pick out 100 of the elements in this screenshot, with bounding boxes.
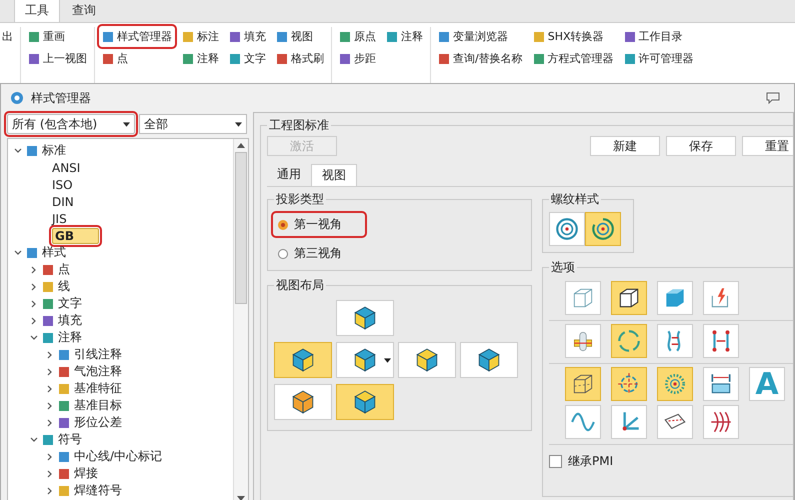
chevron-icon[interactable] <box>30 300 38 308</box>
chevron-icon[interactable] <box>14 248 22 256</box>
ribbon-button[interactable]: 标注 <box>180 27 221 46</box>
cube-icon <box>414 347 440 373</box>
chevron-icon[interactable] <box>30 282 38 290</box>
layout-button[interactable] <box>336 300 394 336</box>
ribbon-tab[interactable]: 查询 <box>62 0 106 22</box>
square-icon <box>276 52 288 64</box>
chevron-icon[interactable] <box>46 452 54 460</box>
tree-item[interactable]: 气泡注释 <box>74 363 122 380</box>
tree-item[interactable]: 注释 <box>58 329 82 346</box>
inherit-pmi-checkbox[interactable]: 继承PMI <box>549 445 793 470</box>
layout-button[interactable] <box>274 384 332 420</box>
chevron-icon[interactable] <box>46 486 54 494</box>
ribbon-button[interactable]: 出 <box>0 27 15 46</box>
chevron-icon[interactable] <box>46 402 54 410</box>
square-icon <box>182 30 194 42</box>
tree-item[interactable]: 焊缝符号 <box>74 482 122 499</box>
square-icon <box>624 30 636 42</box>
ribbon-button[interactable]: 样式管理器 <box>100 27 174 46</box>
chevron-icon[interactable] <box>46 350 54 358</box>
radio-option[interactable]: 第一视角 <box>274 214 364 235</box>
layout-button[interactable] <box>336 342 394 378</box>
ribbon-button[interactable]: 许可管理器 <box>622 49 696 68</box>
tree-item[interactable]: 线 <box>58 278 70 295</box>
tree-item[interactable]: 基准特征 <box>74 380 122 397</box>
square-icon <box>58 450 70 462</box>
option-button[interactable] <box>565 367 601 401</box>
ribbon-button[interactable]: 方程式管理器 <box>530 49 616 68</box>
ribbon-button[interactable]: 填充 <box>227 27 268 46</box>
thread-button[interactable] <box>585 212 621 246</box>
ribbon-tab[interactable]: 工具 <box>14 0 60 22</box>
tab[interactable]: 通用 <box>267 164 311 186</box>
tab[interactable]: 视图 <box>311 164 357 186</box>
tree-item[interactable]: 文字 <box>58 295 82 312</box>
option-button[interactable] <box>703 405 739 439</box>
tree-item[interactable]: ANSI <box>52 160 80 174</box>
ribbon-button[interactable]: 格式刷 <box>274 49 326 68</box>
tree-item[interactable]: DIN <box>52 194 74 208</box>
tree-item[interactable]: 焊接 <box>74 465 98 482</box>
scroll-up-icon[interactable] <box>237 143 245 148</box>
ribbon-button[interactable]: 注释 <box>180 49 221 68</box>
layout-button[interactable] <box>274 342 332 378</box>
tree-item[interactable]: ISO <box>52 178 73 192</box>
option-button[interactable] <box>657 405 693 439</box>
ribbon-button[interactable]: 上一视图 <box>26 49 89 68</box>
group-title: 视图布局 <box>275 277 325 294</box>
radio-option[interactable]: 第三视角 <box>274 243 364 264</box>
layout-button[interactable] <box>336 384 394 420</box>
ribbon-button[interactable]: 步距 <box>337 49 378 68</box>
ribbon-button[interactable]: 文字 <box>227 49 268 68</box>
square-icon <box>229 52 241 64</box>
square-icon <box>276 30 288 42</box>
ribbon-button[interactable]: 注释 <box>384 27 425 46</box>
option-button[interactable] <box>611 281 647 315</box>
layout-button[interactable] <box>398 342 456 378</box>
ribbon-button[interactable]: 点 <box>100 49 174 68</box>
tree-item[interactable]: JIS <box>52 212 67 226</box>
tree-item[interactable]: 点 <box>58 261 70 278</box>
filter-dropdown[interactable]: 所有 (包含本地) <box>7 114 135 134</box>
chevron-icon[interactable] <box>30 334 38 342</box>
scroll-down-icon[interactable] <box>237 496 245 500</box>
action-button[interactable]: 新建 <box>590 136 660 156</box>
concentric-circles-icon <box>554 216 580 242</box>
tree-item[interactable]: 符号 <box>58 431 82 448</box>
chevron-icon[interactable] <box>14 146 22 154</box>
chevron-icon[interactable] <box>46 418 54 426</box>
ribbon-button[interactable]: SHX转换器 <box>530 27 616 46</box>
scrollbar-thumb[interactable] <box>235 152 247 304</box>
chevron-icon[interactable] <box>46 470 54 478</box>
square-icon <box>42 434 54 446</box>
ribbon-button[interactable]: 原点 <box>337 27 378 46</box>
chevron-icon[interactable] <box>30 316 38 324</box>
tree-item[interactable]: 引线注释 <box>74 346 122 363</box>
square-icon <box>42 314 54 326</box>
ribbon-button[interactable]: 视图 <box>274 27 326 46</box>
tree-item[interactable]: 中心线/中心标记 <box>74 448 162 465</box>
square-icon <box>58 382 70 394</box>
tree-item[interactable]: 标准 <box>42 142 66 159</box>
ribbon-button[interactable]: 查询/替换名称 <box>436 49 525 68</box>
thread-button[interactable] <box>549 212 585 246</box>
tree-item[interactable]: 填充 <box>58 312 82 329</box>
chevron-icon[interactable] <box>46 368 54 376</box>
ribbon-button[interactable]: 工作目录 <box>622 27 696 46</box>
chevron-icon[interactable] <box>30 266 38 274</box>
caret-icon <box>235 122 242 126</box>
tree-item[interactable]: 基准目标 <box>74 397 122 414</box>
speech-bubble-icon[interactable] <box>766 92 780 104</box>
tree-item[interactable]: 样式 <box>42 244 66 261</box>
ribbon-button[interactable]: 重画 <box>26 27 89 46</box>
tree-item[interactable]: 形位公差 <box>74 414 122 431</box>
filter-dropdown[interactable]: 全部 <box>139 114 247 134</box>
chevron-icon[interactable] <box>46 384 54 392</box>
option-button[interactable] <box>703 367 739 401</box>
action-button[interactable]: 保存 <box>666 136 736 156</box>
layout-button[interactable] <box>460 342 518 378</box>
ribbon-button[interactable]: 变量浏览器 <box>436 27 525 46</box>
square-icon <box>28 52 40 64</box>
action-button[interactable]: 重置 <box>742 136 793 156</box>
chevron-icon[interactable] <box>30 436 38 444</box>
